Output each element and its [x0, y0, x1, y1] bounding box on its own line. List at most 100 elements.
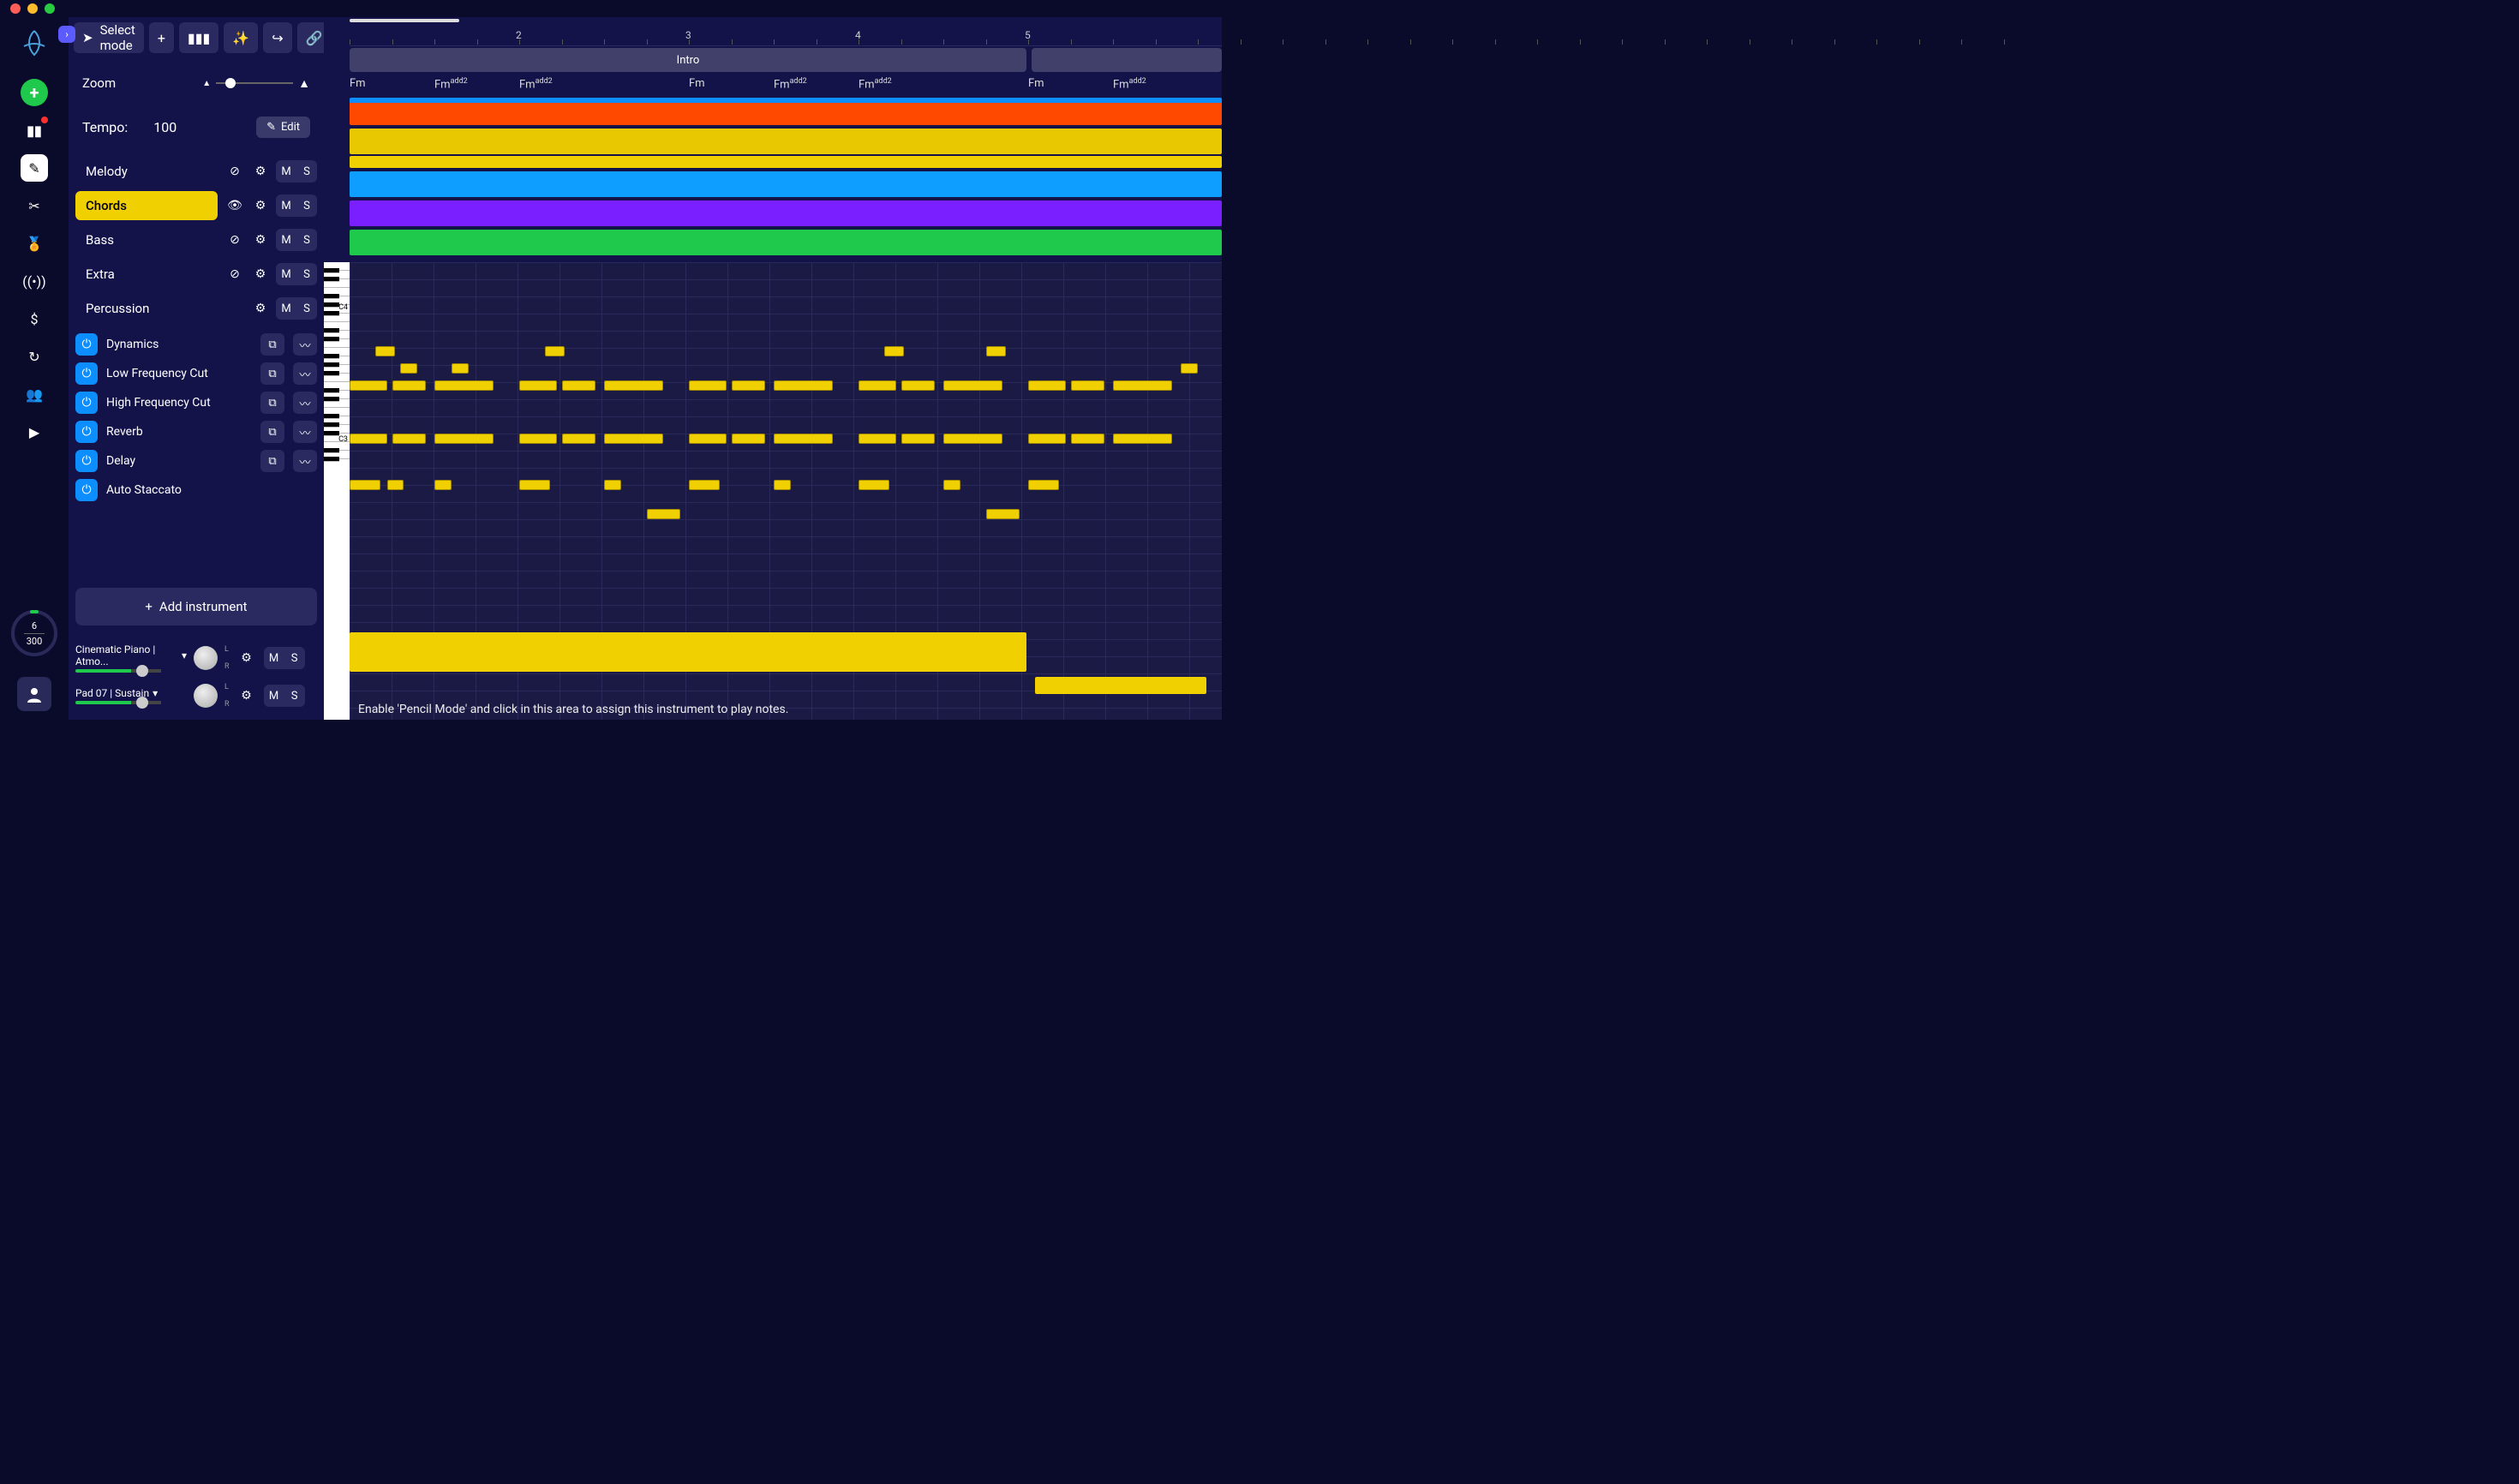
note[interactable] [452, 363, 469, 374]
mute-button[interactable]: M [276, 160, 296, 183]
solo-button[interactable]: S [284, 647, 305, 669]
volume-slider[interactable] [75, 701, 144, 704]
clip-instrument-2[interactable] [1035, 677, 1206, 694]
note[interactable] [732, 380, 766, 391]
gear-icon[interactable]: ⚙ [250, 195, 271, 216]
section-next[interactable] [1032, 48, 1222, 72]
chord-label[interactable]: Fmadd2 [774, 77, 807, 91]
note[interactable] [1113, 434, 1172, 444]
wand-tool-button[interactable]: ✨ [224, 22, 258, 53]
note[interactable] [519, 480, 550, 490]
volume-slider[interactable] [75, 669, 144, 673]
pricing-icon[interactable]: $ [21, 305, 48, 332]
note[interactable] [774, 480, 791, 490]
mute-button[interactable]: M [264, 647, 284, 669]
gear-icon[interactable]: ⚙ [250, 264, 271, 284]
note[interactable] [434, 480, 452, 490]
lane-chords[interactable] [350, 129, 1222, 154]
automation-button[interactable]: 〰 [293, 333, 317, 356]
note[interactable] [350, 480, 380, 490]
minimize-window-button[interactable] [27, 3, 38, 14]
profile-button[interactable] [17, 677, 51, 711]
time-ruler[interactable]: 2345 [350, 24, 1222, 46]
redo-tool-button[interactable]: ↪ [263, 22, 291, 53]
power-button[interactable]: ⏻ [75, 421, 98, 443]
power-button[interactable]: ⏻ [75, 392, 98, 414]
note[interactable] [375, 346, 396, 356]
instrument-name[interactable]: Pad 07 | Sustain ▾ [75, 687, 187, 699]
note[interactable] [562, 434, 596, 444]
track-label[interactable]: Melody [75, 157, 218, 186]
close-window-button[interactable] [10, 3, 21, 14]
note[interactable] [859, 380, 896, 391]
power-button[interactable]: ⏻ [75, 333, 98, 356]
note[interactable] [519, 380, 557, 391]
broadcast-icon[interactable]: ((•)) [21, 267, 48, 295]
chord-label[interactable]: Fmadd2 [434, 77, 468, 91]
pan-knob[interactable] [194, 646, 218, 670]
add-tool-button[interactable]: + [149, 22, 174, 53]
note[interactable] [986, 346, 1007, 356]
note[interactable] [774, 380, 833, 391]
note[interactable] [1028, 434, 1066, 444]
note[interactable] [859, 434, 896, 444]
visibility-toggle[interactable]: ⊘ [224, 230, 245, 250]
note[interactable] [986, 509, 1020, 519]
lane-chords-2[interactable] [350, 156, 1222, 168]
gear-icon[interactable]: ⚙ [250, 230, 271, 250]
add-button[interactable]: + [21, 79, 48, 106]
clip-instrument-1[interactable] [350, 632, 1026, 672]
chord-label[interactable]: Fmadd2 [1113, 77, 1146, 91]
note[interactable] [1071, 434, 1105, 444]
note[interactable] [859, 480, 889, 490]
mute-button[interactable]: M [264, 685, 284, 707]
power-button[interactable]: ⏻ [75, 479, 98, 501]
note[interactable] [1181, 363, 1198, 374]
gear-icon[interactable]: ⚙ [250, 298, 271, 319]
note[interactable] [689, 380, 727, 391]
play-icon[interactable]: ▶ [21, 418, 48, 446]
instrument-name[interactable]: Cinematic Piano | Atmo... ▾ [75, 643, 187, 667]
note[interactable] [1113, 380, 1172, 391]
edit-icon[interactable]: ✎ [21, 154, 48, 182]
note[interactable] [1028, 380, 1066, 391]
note[interactable] [562, 380, 596, 391]
copy-button[interactable]: ⧉ [260, 421, 284, 443]
note[interactable] [350, 434, 387, 444]
note[interactable] [901, 380, 936, 391]
note[interactable] [901, 434, 936, 444]
chord-label[interactable]: Fm [350, 77, 366, 90]
mute-button[interactable]: M [276, 229, 296, 251]
mute-button[interactable]: M [276, 263, 296, 285]
section-intro[interactable]: Intro [350, 48, 1026, 72]
solo-button[interactable]: S [296, 263, 317, 285]
zoom-slider[interactable]: ▲ ▲ [202, 76, 310, 91]
note[interactable] [350, 380, 387, 391]
zoom-out-icon[interactable]: ▲ [202, 79, 211, 88]
note-grid[interactable]: Enable 'Pencil Mode' and click in this a… [350, 262, 1222, 720]
note[interactable] [943, 380, 1002, 391]
medal-icon[interactable]: 🏅 [21, 230, 48, 257]
copy-button[interactable]: ⧉ [260, 450, 284, 472]
maximize-window-button[interactable] [45, 3, 55, 14]
note[interactable] [400, 363, 417, 374]
visibility-toggle[interactable]: 👁 [224, 195, 245, 216]
automation-button[interactable]: 〰 [293, 450, 317, 472]
zoom-in-icon[interactable]: ▲ [298, 76, 310, 91]
lane-bass[interactable] [350, 171, 1222, 197]
discord-icon[interactable]: 👥 [21, 380, 48, 408]
note[interactable] [1028, 480, 1059, 490]
note[interactable] [392, 434, 427, 444]
power-button[interactable]: ⏻ [75, 362, 98, 385]
copy-button[interactable]: ⧉ [260, 362, 284, 385]
automation-button[interactable]: 〰 [293, 421, 317, 443]
note[interactable] [774, 434, 833, 444]
note[interactable] [1071, 380, 1105, 391]
copy-button[interactable]: ⧉ [260, 392, 284, 414]
visibility-toggle[interactable]: ⊘ [224, 161, 245, 182]
note[interactable] [604, 380, 663, 391]
solo-button[interactable]: S [296, 160, 317, 183]
track-label[interactable]: Chords [75, 191, 218, 220]
lane-melody[interactable] [350, 98, 1222, 125]
library-icon[interactable]: ▮▮ [21, 117, 48, 144]
